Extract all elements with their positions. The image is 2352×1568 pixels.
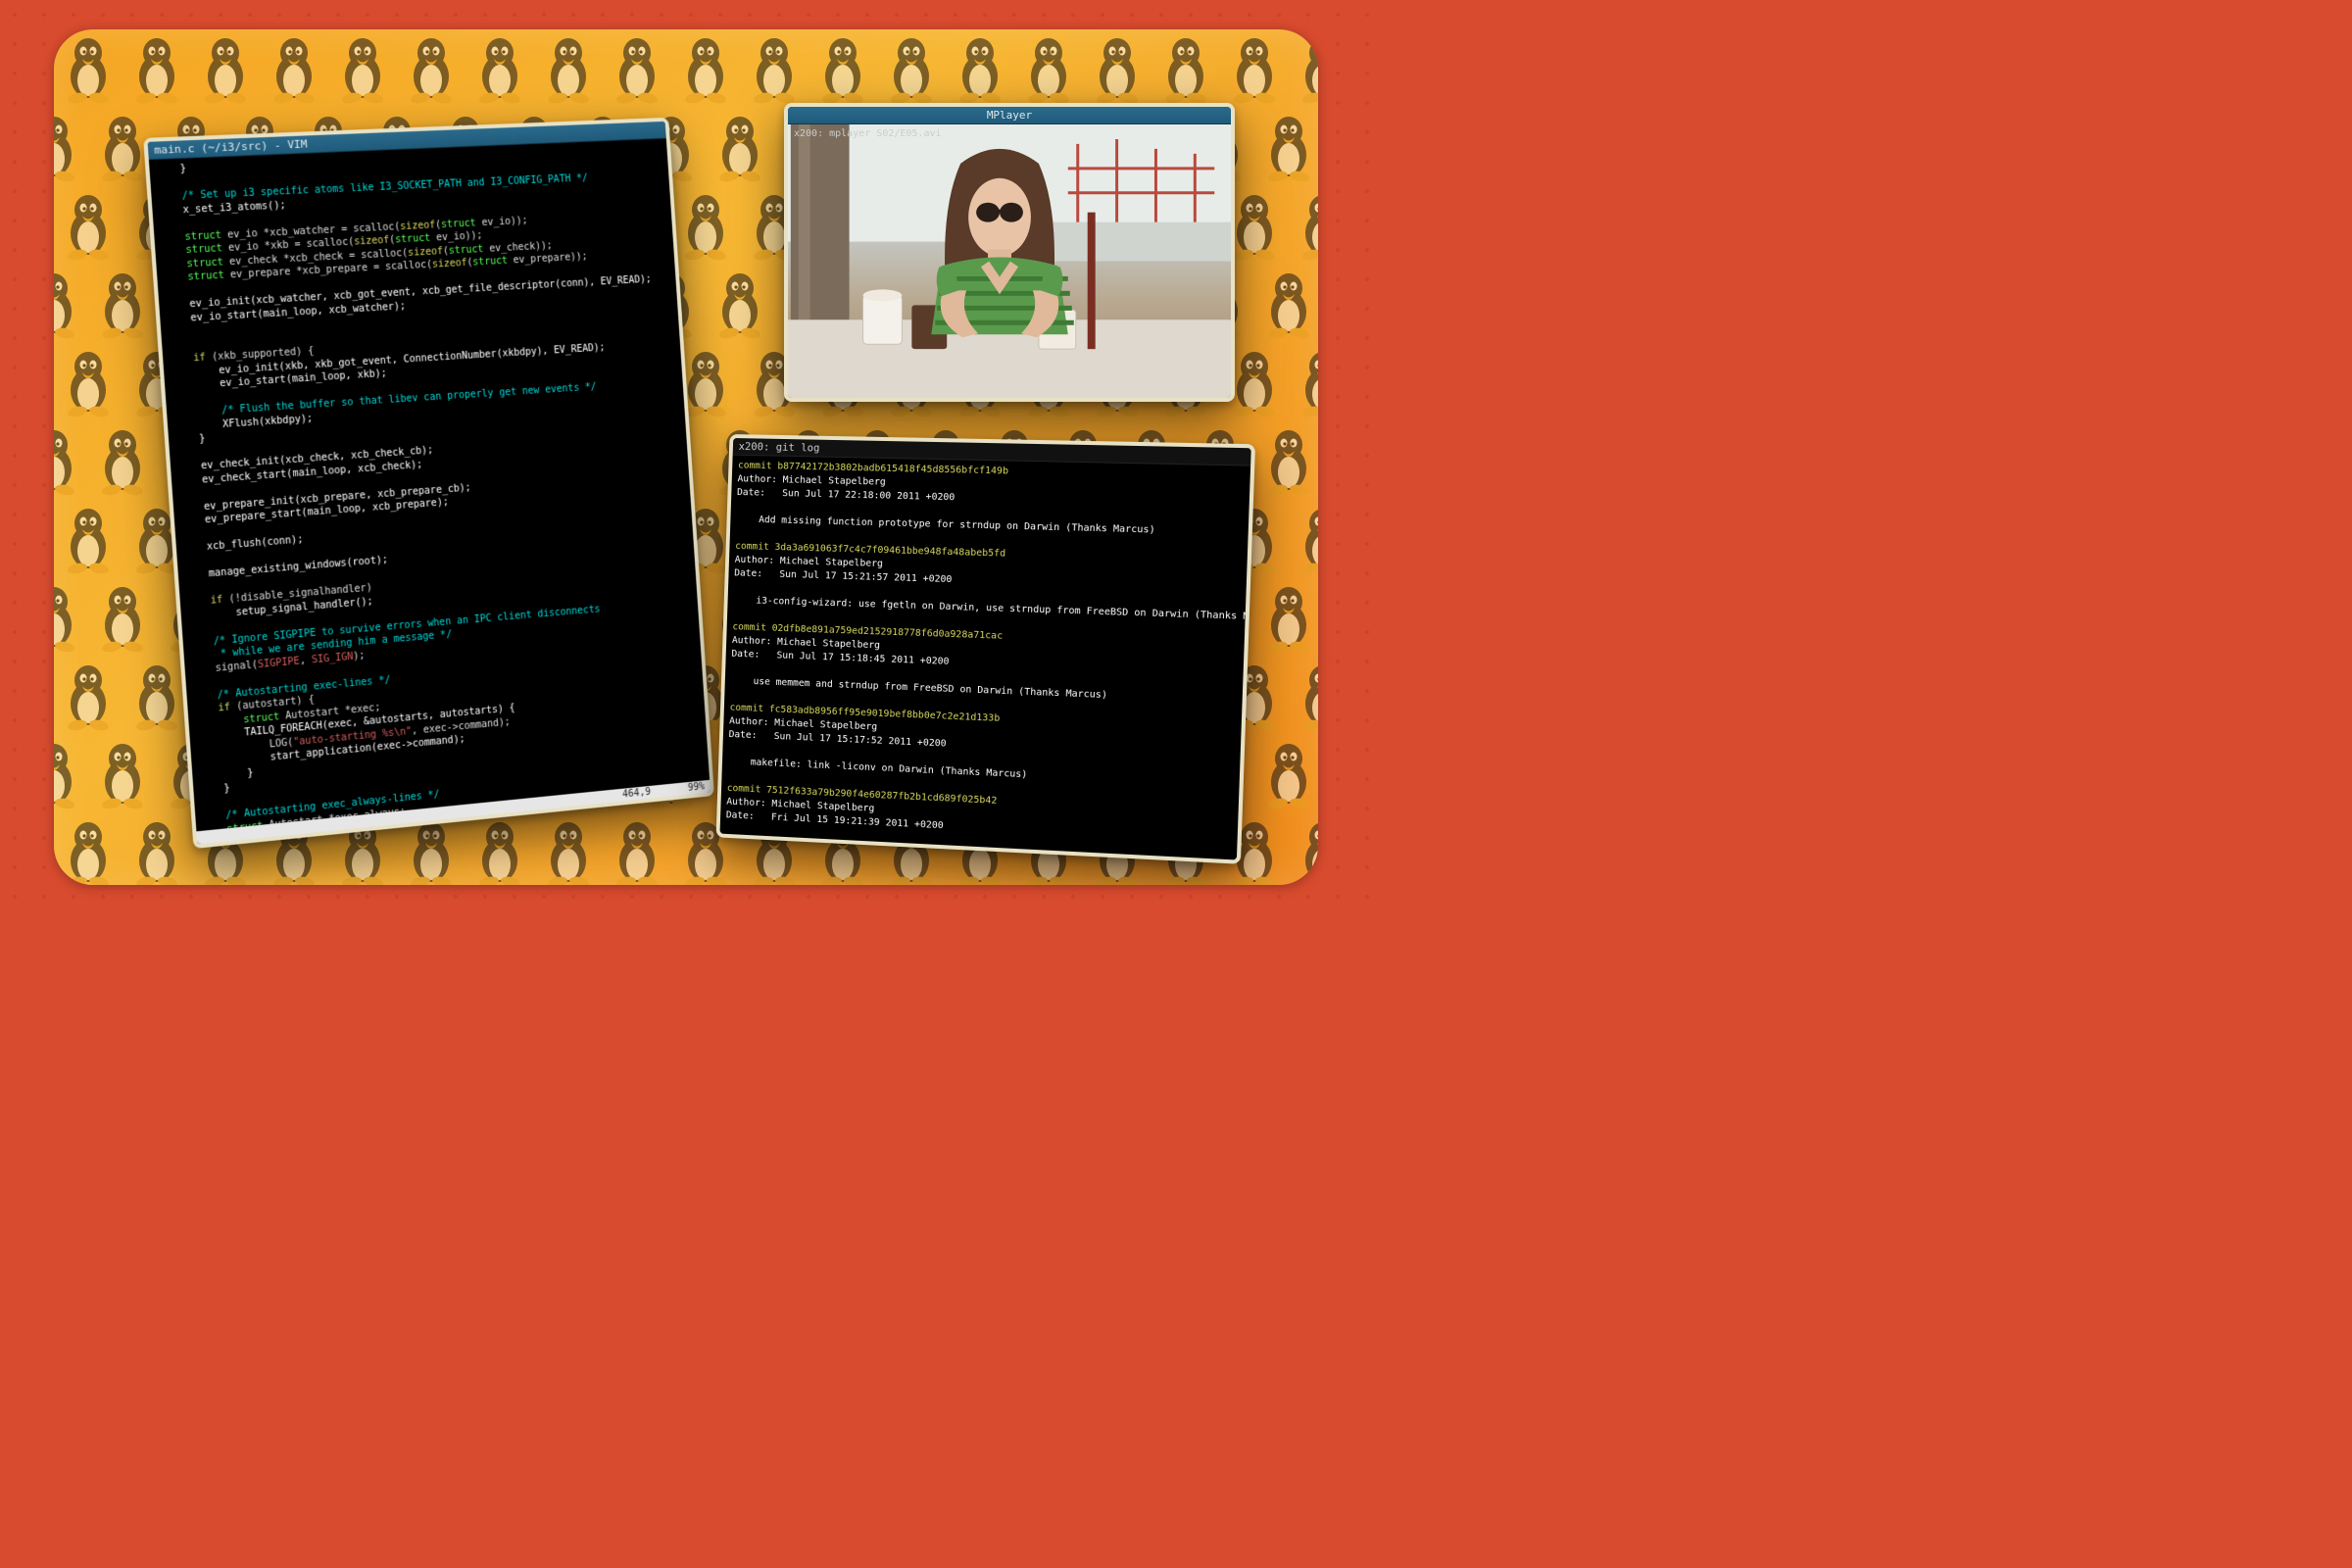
mplayer-titlebar[interactable]: MPlayer (788, 107, 1231, 124)
desktop: main.c (~/i3/src) - VIM } /* Set up i3 s… (54, 29, 1318, 885)
git-log-window[interactable]: x200: git log commit b87742172b3802badb6… (716, 434, 1255, 864)
mplayer-title: MPlayer (987, 109, 1032, 122)
mplayer-video-frame[interactable] (788, 124, 1231, 398)
vim-scroll-pct: 99% (688, 781, 706, 793)
git-log-content[interactable]: commit b87742172b3802badb615418f45d8556b… (720, 456, 1251, 860)
vim-cursor-pos: 464,9 (622, 787, 651, 801)
mplayer-window[interactable]: MPlayer x200: mplayer S02/E05.avi (784, 103, 1235, 402)
vim-window[interactable]: main.c (~/i3/src) - VIM } /* Set up i3 s… (143, 118, 714, 849)
mplayer-command: x200: mplayer S02/E05.avi (794, 128, 942, 139)
git-title: x200: git log (738, 440, 819, 454)
vim-editor-content[interactable]: } /* Set up i3 specific atoms like I3_SO… (149, 138, 710, 831)
